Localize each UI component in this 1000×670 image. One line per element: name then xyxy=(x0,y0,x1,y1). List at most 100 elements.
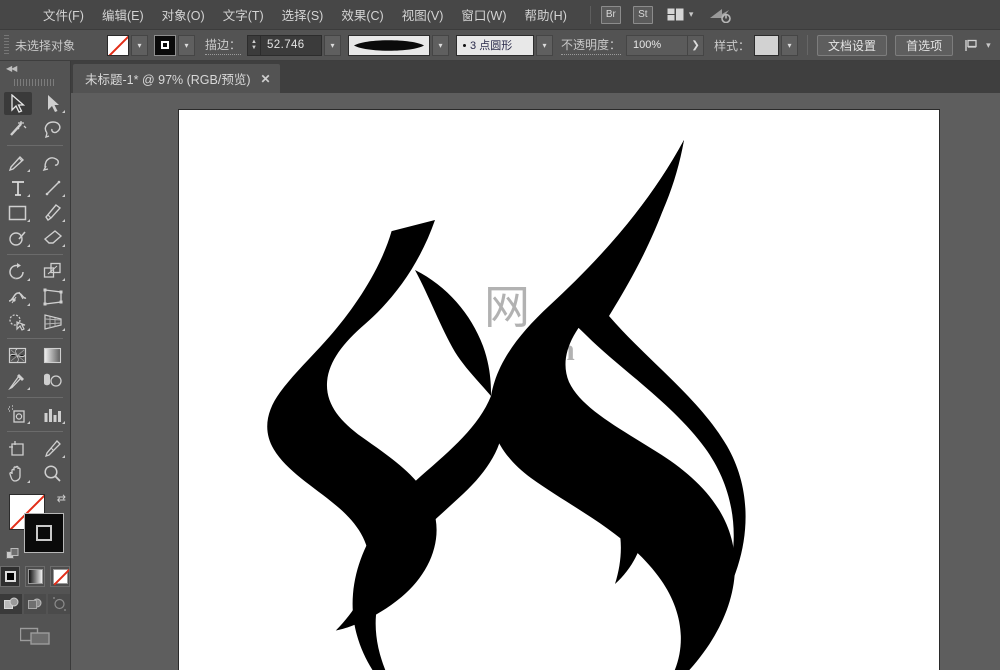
tool-zoom[interactable] xyxy=(35,461,70,486)
graphic-style-swatch[interactable] xyxy=(754,34,780,56)
draw-mode-inside[interactable] xyxy=(48,594,70,614)
stroke-weight-label[interactable]: 描边： xyxy=(205,36,242,55)
flame-bird-silhouette[interactable] xyxy=(179,110,939,670)
tool-eraser[interactable] xyxy=(35,225,70,250)
tool-flyout-corner-icon xyxy=(62,455,65,458)
collapse-panel-icon[interactable]: ◀◀ xyxy=(0,61,70,75)
tool-shaper[interactable] xyxy=(0,225,35,250)
swap-fill-stroke-icon[interactable]: ⇄ xyxy=(57,492,66,505)
menu-help[interactable]: 帮助(H) xyxy=(516,1,576,28)
tool-selection[interactable] xyxy=(0,91,35,116)
tool-slice[interactable] xyxy=(35,436,70,461)
tools-panel-grip[interactable] xyxy=(14,76,56,88)
tool-gradient[interactable] xyxy=(35,343,70,368)
menu-edit[interactable]: 编辑(E) xyxy=(93,1,153,28)
opacity-label[interactable]: 不透明度： xyxy=(561,36,622,55)
tool-scale[interactable] xyxy=(35,259,70,284)
opacity-value[interactable]: 100% xyxy=(626,34,689,56)
bridge-button[interactable]: Br xyxy=(600,5,621,24)
stroke-indicator[interactable] xyxy=(24,513,64,553)
default-fill-stroke-icon[interactable] xyxy=(6,548,20,562)
tool-flyout-corner-icon xyxy=(27,194,30,197)
tool-flyout-corner-icon xyxy=(27,169,30,172)
menu-effect[interactable]: 效果(C) xyxy=(332,1,392,28)
tool-magic-wand[interactable] xyxy=(0,116,35,141)
preferences-button[interactable]: 首选项 xyxy=(895,34,954,56)
stepper-arrows-icon[interactable]: ▲ ▼ xyxy=(247,34,261,56)
menu-select[interactable]: 选择(S) xyxy=(273,1,333,28)
align-chevron-down-icon[interactable]: ▾ xyxy=(986,40,991,51)
color-mode-none[interactable] xyxy=(50,566,70,587)
stock-button[interactable]: St xyxy=(632,5,653,24)
menu-file[interactable]: 文件(F) xyxy=(34,1,93,28)
change-screen-mode-button[interactable] xyxy=(0,625,70,645)
tool-width[interactable] xyxy=(0,284,35,309)
brush-definition-chevron-icon[interactable]: ▾ xyxy=(536,34,554,56)
menu-bar: 文件(F) 编辑(E) 对象(O) 文字(T) 选择(S) 效果(C) 视图(V… xyxy=(0,0,1000,30)
stroke-weight-chevron-icon[interactable]: ▾ xyxy=(324,34,342,56)
draw-mode-normal[interactable] xyxy=(0,594,22,614)
tool-shape-builder[interactable] xyxy=(0,309,35,334)
tools-panel: ◀◀ ⇄ xyxy=(0,61,71,670)
tool-flyout-corner-icon xyxy=(62,219,65,222)
stroke-weight-stepper[interactable]: ▲ ▼ 52.746 xyxy=(247,34,323,56)
tool-perspective-grid[interactable] xyxy=(35,309,70,334)
tool-symbol-sprayer[interactable] xyxy=(0,402,35,427)
menu-view[interactable]: 视图(V) xyxy=(393,1,453,28)
tool-flyout-corner-icon xyxy=(62,421,65,424)
tool-direct-selection[interactable] xyxy=(35,91,70,116)
brush-definition-preview[interactable]: 3 点圆形 xyxy=(456,34,535,56)
color-mode-gradient[interactable] xyxy=(25,566,45,587)
tool-mesh[interactable] xyxy=(0,343,35,368)
fill-swatch[interactable] xyxy=(107,34,129,56)
tool-group-symbols xyxy=(0,402,70,427)
document-setup-button[interactable]: 文档设置 xyxy=(817,34,888,56)
tool-flyout-corner-icon xyxy=(27,219,30,222)
opacity-flyout-icon[interactable]: ❯ xyxy=(688,34,705,56)
draw-mode-buttons xyxy=(0,594,70,614)
style-label: 样式： xyxy=(714,38,751,53)
tool-paintbrush[interactable] xyxy=(35,200,70,225)
tool-line-segment[interactable] xyxy=(35,175,70,200)
tool-rotate[interactable] xyxy=(0,259,35,284)
fill-dropdown-chevron-icon[interactable]: ▾ xyxy=(131,34,148,56)
stroke-dropdown-chevron-icon[interactable]: ▾ xyxy=(178,34,195,56)
tool-column-graph[interactable] xyxy=(35,402,70,427)
tool-artboard[interactable] xyxy=(0,436,35,461)
menu-object[interactable]: 对象(O) xyxy=(153,1,214,28)
tool-type[interactable] xyxy=(0,175,35,200)
artboard[interactable]: 网 .com xyxy=(179,110,939,670)
canvas-area[interactable]: 网 .com xyxy=(71,93,1000,670)
stroke-swatch[interactable] xyxy=(154,34,176,56)
tool-flyout-corner-icon xyxy=(27,421,30,424)
style-chevron-icon[interactable]: ▾ xyxy=(781,34,799,56)
draw-mode-behind[interactable] xyxy=(24,594,46,614)
illustrator-window: 文件(F) 编辑(E) 对象(O) 文字(T) 选择(S) 效果(C) 视图(V… xyxy=(0,0,1000,670)
control-bar-divider xyxy=(807,35,809,55)
arrange-documents-icon[interactable]: ▾ xyxy=(667,8,693,21)
fill-stroke-indicator: ⇄ xyxy=(0,490,70,564)
tool-curvature[interactable] xyxy=(35,150,70,175)
stroke-profile-chevron-icon[interactable]: ▾ xyxy=(432,34,450,56)
align-to-artboard-icon[interactable]: ▾ xyxy=(965,38,991,53)
tool-pen[interactable] xyxy=(0,150,35,175)
creative-cloud-icon[interactable] xyxy=(709,7,732,23)
control-bar-grip[interactable] xyxy=(4,35,9,55)
tool-lasso[interactable] xyxy=(35,116,70,141)
tool-hand[interactable] xyxy=(0,461,35,486)
tool-free-transform[interactable] xyxy=(35,284,70,309)
document-tab[interactable]: 未标题-1* @ 97% (RGB/预览) ✕ xyxy=(73,64,280,93)
tool-flyout-corner-icon xyxy=(62,110,65,113)
tool-flyout-corner-icon xyxy=(62,328,65,331)
close-icon[interactable]: ✕ xyxy=(261,72,271,86)
tool-flyout-corner-icon xyxy=(27,328,30,331)
menu-window[interactable]: 窗口(W) xyxy=(452,1,515,28)
tool-flyout-corner-icon xyxy=(27,278,30,281)
color-mode-flat[interactable] xyxy=(0,566,20,587)
stroke-weight-value[interactable]: 52.746 xyxy=(260,34,323,56)
tool-blend[interactable] xyxy=(35,368,70,393)
tool-eyedropper[interactable] xyxy=(0,368,35,393)
stroke-profile-preview[interactable] xyxy=(348,34,431,56)
menu-type[interactable]: 文字(T) xyxy=(214,1,273,28)
tool-rectangle[interactable] xyxy=(0,200,35,225)
